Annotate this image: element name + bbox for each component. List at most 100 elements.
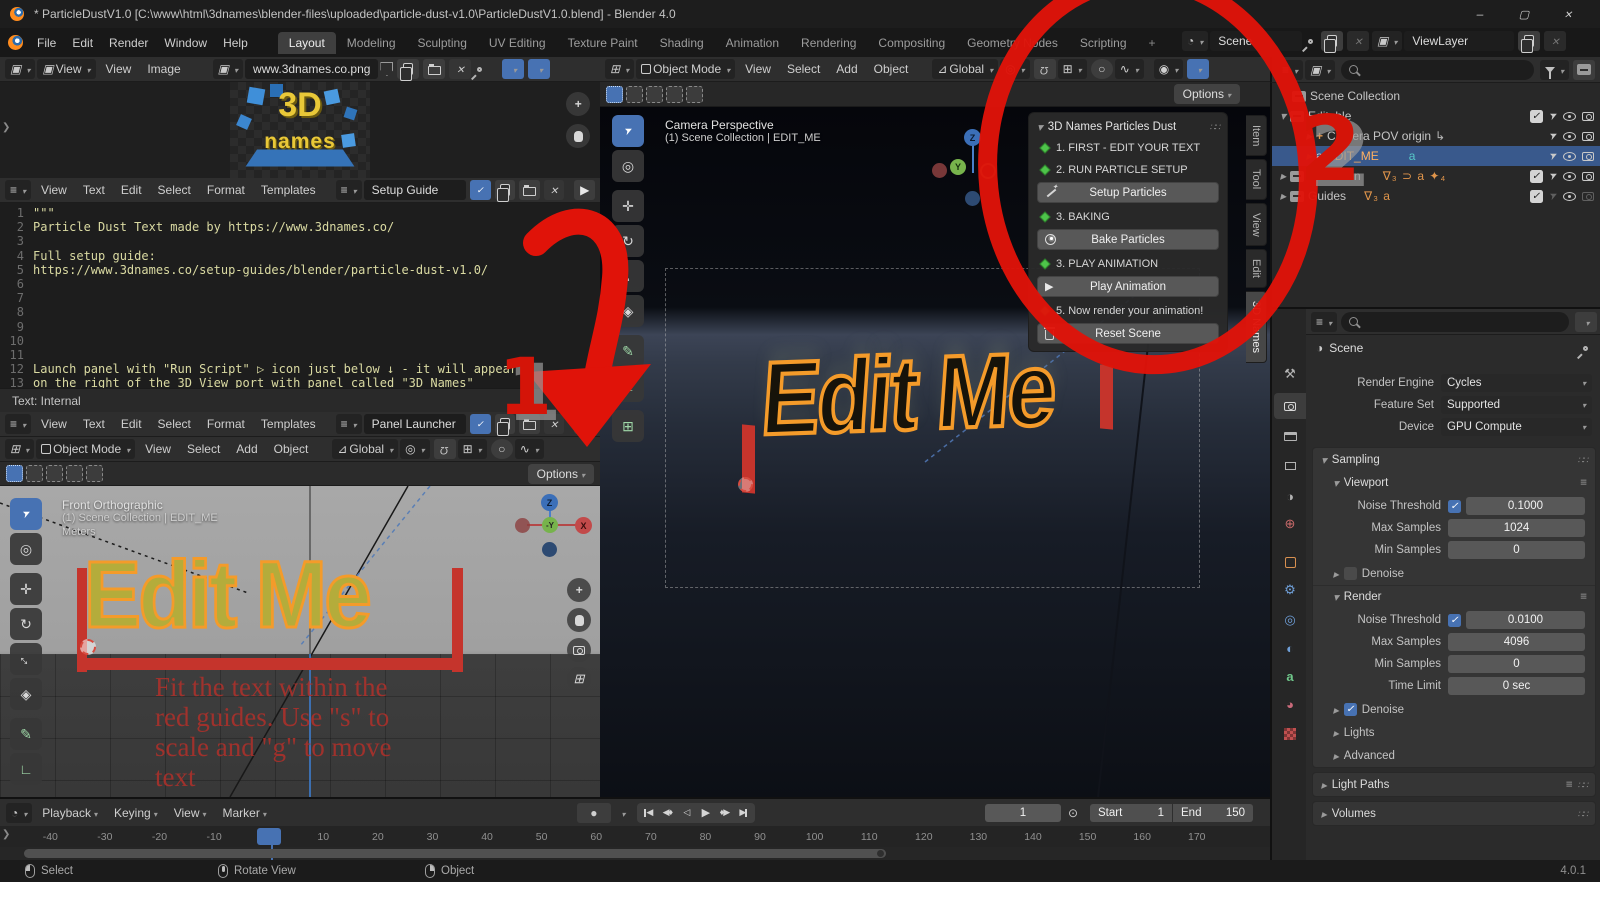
filter-dropdown[interactable]: [1540, 60, 1569, 80]
gizmo-y-ball[interactable]: -Y: [542, 517, 558, 533]
rotate-tool[interactable]: ↻: [10, 608, 42, 640]
tab-object-data[interactable]: a: [1276, 663, 1304, 689]
duplicate-text-button[interactable]: [495, 414, 516, 434]
editor-type-dropdown[interactable]: [5, 439, 34, 459]
new-scene-button[interactable]: [1321, 31, 1343, 51]
new-viewlayer-button[interactable]: [1518, 31, 1540, 51]
select-mode-circle[interactable]: [646, 86, 663, 103]
select-mode-tweak[interactable]: [6, 465, 23, 482]
r-min-samples-field[interactable]: 0: [1448, 655, 1585, 673]
workspace-tab[interactable]: Sculpting: [407, 32, 478, 54]
r-max-samples-field[interactable]: 4096: [1448, 633, 1585, 651]
edit-me-text-object[interactable]: Edit Me: [84, 548, 369, 643]
proportional-edit-button[interactable]: ○: [1091, 59, 1113, 79]
mode-dropdown[interactable]: Object Mode: [636, 59, 735, 79]
sidebar-tab[interactable]: Item: [1246, 115, 1267, 156]
falloff-dropdown[interactable]: ∿: [515, 439, 544, 459]
rotate-tool[interactable]: ↻: [612, 225, 644, 257]
snap-toggle-button[interactable]: [1034, 59, 1056, 79]
falloff-dropdown[interactable]: ∿: [1115, 59, 1144, 79]
gizmo-minus-y-ball[interactable]: [980, 163, 996, 179]
menu-item[interactable]: Add: [828, 60, 865, 78]
tab-view-layer[interactable]: [1276, 453, 1304, 479]
select-box-tool[interactable]: [10, 498, 42, 530]
select-mode-paint[interactable]: [86, 465, 103, 482]
tab-world[interactable]: ⊕: [1276, 511, 1304, 537]
menu-item[interactable]: Select: [179, 440, 228, 458]
properties-context-dropdown[interactable]: [1311, 312, 1337, 332]
expand-icon[interactable]: [1306, 149, 1312, 163]
unlink-image-button[interactable]: [449, 59, 471, 79]
device-select[interactable]: GPU Compute: [1441, 418, 1592, 436]
next-keyframe-button[interactable]: ♦▶: [715, 805, 734, 821]
volumes-panel[interactable]: Volumes: [1312, 801, 1596, 826]
text-name-field[interactable]: Setup Guide: [364, 180, 466, 200]
outliner-row-scene-collection[interactable]: Scene Collection: [1272, 86, 1600, 106]
fake-user-shield-icon[interactable]: [380, 62, 393, 76]
cursor-tool[interactable]: ◎: [10, 533, 42, 565]
camera-visibility-icon[interactable]: [1582, 192, 1594, 201]
editor-type-dropdown[interactable]: [6, 803, 32, 823]
camera-visibility-icon[interactable]: [1582, 172, 1594, 181]
outliner-row-guides[interactable]: Guides ∇₃ a: [1272, 186, 1600, 206]
gizmo-toggle-button[interactable]: [502, 59, 524, 79]
checkbox-icon[interactable]: [1530, 190, 1543, 203]
lights-row[interactable]: Lights: [1313, 721, 1595, 744]
pan-button[interactable]: [567, 608, 591, 632]
sampling-panel-header[interactable]: Sampling: [1313, 448, 1595, 471]
editor-type-dropdown[interactable]: [605, 59, 634, 79]
snap-target-dropdown[interactable]: ⊞: [1058, 59, 1087, 79]
keying-set-dropdown[interactable]: [615, 803, 629, 823]
options-button[interactable]: Options: [1174, 84, 1240, 104]
auto-key-button[interactable]: ●: [577, 803, 611, 823]
selectable-icon[interactable]: [1547, 169, 1560, 183]
gizmo-x-ball[interactable]: X: [575, 517, 592, 534]
toolbar-expand-chevron[interactable]: ❯: [2, 122, 10, 133]
scale-tool[interactable]: ↔: [612, 260, 644, 292]
annotate-tool[interactable]: ✎: [612, 335, 644, 367]
menu-item[interactable]: Edit: [64, 34, 101, 52]
gizmo-minus-z-ball[interactable]: [542, 542, 557, 557]
menu-item[interactable]: Edit: [113, 415, 150, 433]
render-engine-select[interactable]: Cycles: [1441, 374, 1592, 392]
tab-tool[interactable]: ⚒: [1276, 361, 1304, 387]
pin-icon[interactable]: [1582, 344, 1589, 351]
gizmo-minus-x-ball[interactable]: [515, 518, 530, 533]
selectable-icon[interactable]: [1547, 129, 1560, 143]
open-text-button[interactable]: [519, 180, 540, 200]
scene-browse-dropdown[interactable]: [1182, 31, 1208, 51]
menu-item[interactable]: Select: [150, 415, 199, 433]
select-mode-circle[interactable]: [46, 465, 63, 482]
outliner-row-camera-pov[interactable]: + Camera POV origin ↳: [1272, 126, 1600, 146]
menu-item[interactable]: Object: [266, 440, 317, 458]
move-tool[interactable]: ✛: [612, 190, 644, 222]
workspace-tab[interactable]: Modeling: [336, 32, 407, 54]
image-browse-dropdown[interactable]: [213, 59, 243, 79]
transform-tool[interactable]: ◈: [10, 678, 42, 710]
pivot-dropdown[interactable]: ◎: [400, 439, 430, 459]
outliner-row-editable[interactable]: Editable: [1272, 106, 1600, 126]
fake-user-button[interactable]: [470, 180, 491, 200]
close-button[interactable]: [1546, 0, 1590, 28]
sidebar-tab[interactable]: Edit: [1246, 249, 1267, 288]
text-name-field[interactable]: Panel Launcher: [364, 414, 466, 434]
timeline-scrollbar[interactable]: [24, 849, 886, 858]
annotate-tool[interactable]: ✎: [10, 718, 42, 750]
overlay-toggle-button[interactable]: [528, 59, 550, 79]
current-frame-field[interactable]: 1: [985, 804, 1061, 822]
navigation-gizmo[interactable]: Z Y: [930, 119, 1010, 209]
play-reverse-button[interactable]: ◁: [677, 805, 696, 821]
expand-icon[interactable]: [1280, 109, 1286, 123]
edit-me-text-object[interactable]: Edit Me: [758, 337, 1057, 451]
unlink-text-button[interactable]: [544, 180, 565, 200]
tab-modifiers[interactable]: ⚙: [1276, 577, 1304, 603]
zoom-button[interactable]: [567, 578, 591, 602]
menu-item[interactable]: Text: [75, 415, 113, 433]
menu-item[interactable]: View: [33, 415, 75, 433]
pan-button[interactable]: [566, 124, 590, 148]
menu-item[interactable]: View: [98, 60, 140, 78]
workspace-tab[interactable]: UV Editing: [478, 32, 557, 54]
checkbox-checked-icon[interactable]: [1448, 500, 1461, 513]
blender-menu-icon[interactable]: [8, 35, 23, 50]
fake-user-button[interactable]: [470, 414, 491, 434]
